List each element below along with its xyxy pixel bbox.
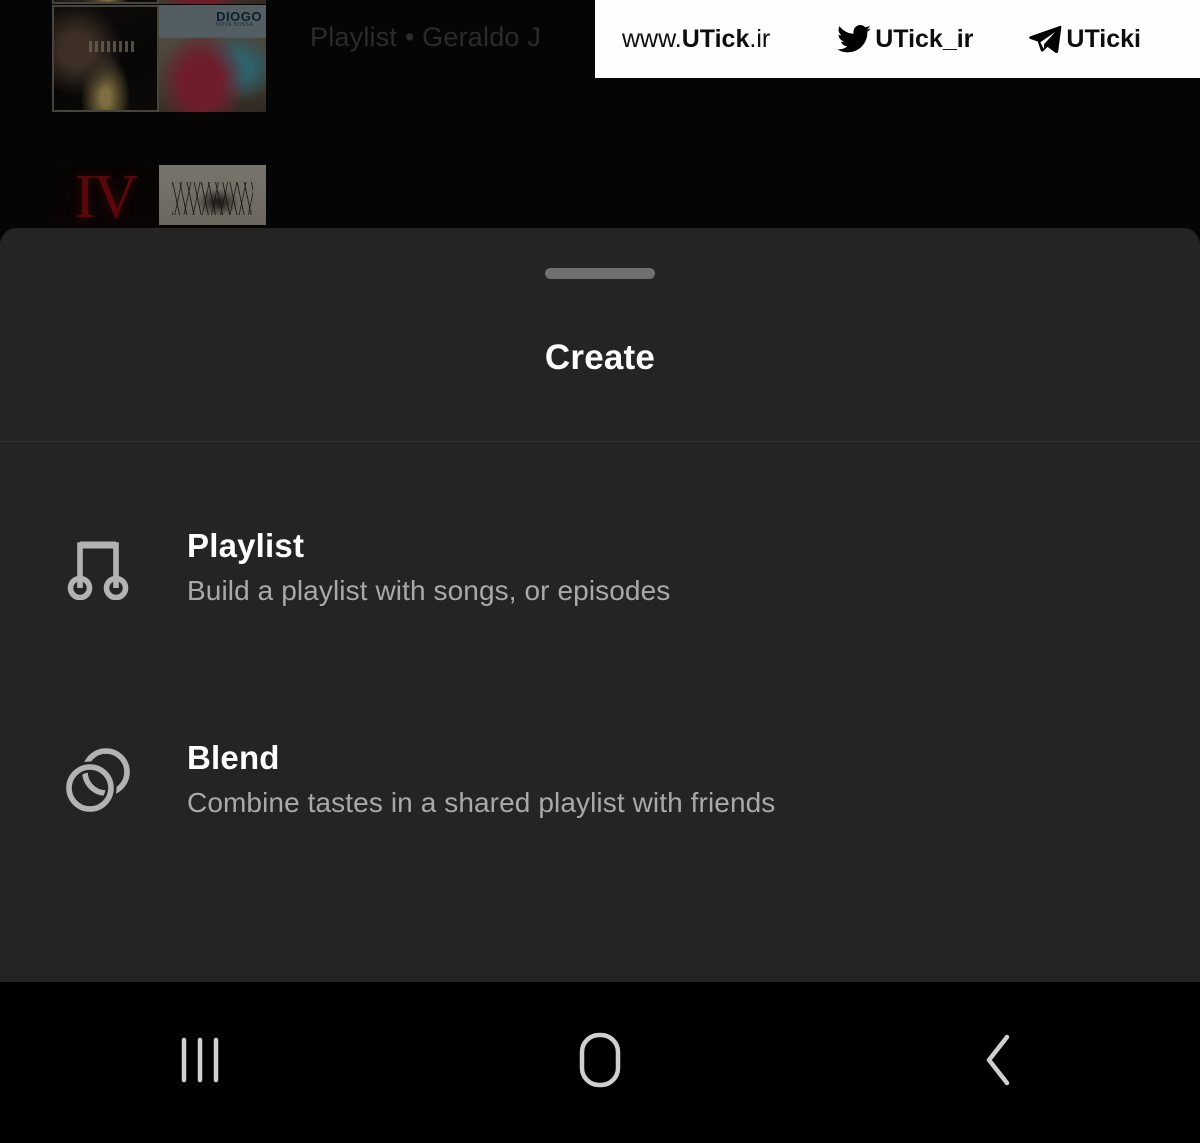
create-option-blend-title: Blend (187, 738, 280, 776)
page-title: Create (544, 338, 656, 377)
divider (0, 441, 1200, 442)
create-option-playlist-text: Playlist Build a playlist with songs, or… (187, 526, 671, 607)
watermark-twitter: UTick_ir (837, 25, 973, 54)
android-navigation-bar (0, 982, 1200, 1143)
album-art-diogo-car: DIOGO NOVA BOSSA (159, 5, 266, 112)
watermark-site-prefix: www. (622, 24, 682, 53)
album-art-grass-sepia (159, 165, 266, 225)
create-option-playlist-subtitle: Build a playlist with songs, or episodes (187, 574, 671, 606)
watermark-banner: www. UTick .ir UTick_ir UTicki (595, 0, 1200, 78)
watermark-telegram: UTicki (1028, 24, 1141, 54)
telegram-plane-icon (1028, 24, 1062, 54)
drag-handle[interactable] (545, 268, 655, 279)
create-option-playlist-title: Playlist (187, 526, 305, 564)
create-bottom-sheet: Create Playlist Build a playlist with so… (0, 228, 1200, 982)
watermark-site-brand: UTick (681, 24, 750, 53)
album-art-diogo-label: DIOGO NOVA BOSSA (216, 9, 262, 28)
twitter-bird-icon (837, 25, 872, 53)
album-art-portrait-dark (52, 0, 159, 4)
home-icon (571, 1029, 629, 1096)
album-art-portrait-dark (52, 5, 159, 112)
watermark-twitter-handle: UTick_ir (875, 24, 974, 53)
recents-button[interactable] (0, 982, 400, 1143)
backdrop-playlist-meta: Playlist • Geraldo J (310, 22, 542, 52)
home-button[interactable] (400, 982, 800, 1143)
back-button[interactable] (800, 982, 1200, 1143)
watermark-telegram-handle: UTicki (1066, 24, 1141, 53)
album-art-diogo-car (159, 0, 266, 4)
phone-screen: Playlist • Geraldo J DIOGONOVA BOSSA www… (0, 0, 1200, 1143)
create-option-blend[interactable]: Blend Combine tastes in a shared playlis… (0, 712, 1200, 847)
create-option-playlist[interactable]: Playlist Build a playlist with songs, or… (0, 500, 1200, 635)
album-art-iv-red (52, 165, 159, 225)
create-option-blend-text: Blend Combine tastes in a shared playlis… (187, 738, 776, 819)
watermark-website: www. UTick .ir (622, 25, 770, 54)
library-row-1[interactable]: DIOGO NOVA BOSSA (52, 5, 266, 112)
create-option-blend-subtitle: Combine tastes in a shared playlist with… (187, 786, 776, 818)
recents-icon (175, 1032, 225, 1093)
library-row-2[interactable] (52, 165, 266, 225)
library-row-partial (52, 0, 266, 4)
back-icon (977, 1029, 1023, 1096)
watermark-site-suffix: .ir (749, 24, 771, 53)
blend-circles-icon (55, 745, 141, 815)
music-note-icon (55, 536, 141, 600)
